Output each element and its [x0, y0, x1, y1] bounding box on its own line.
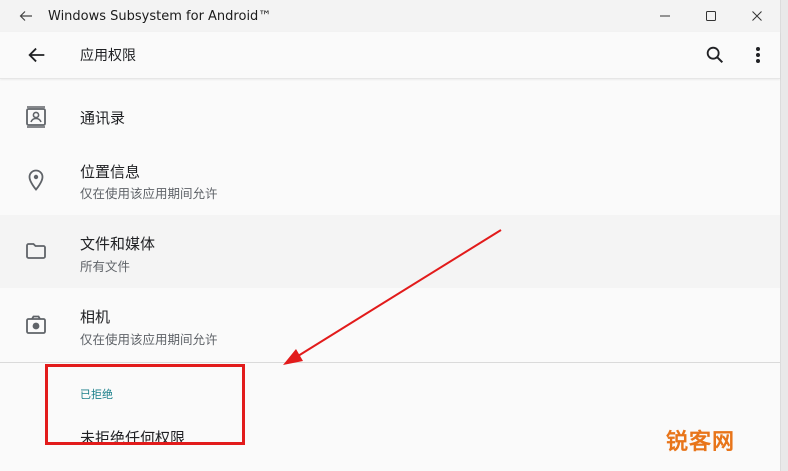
permission-status: 仅在使用该应用期间允许 [80, 186, 218, 201]
contacts-icon [26, 106, 46, 128]
back-arrow-icon[interactable] [18, 8, 34, 24]
search-icon[interactable] [704, 44, 726, 66]
title-bar: Windows Subsystem for Android™ [0, 0, 780, 32]
permission-name: 位置信息 [80, 163, 141, 181]
app-bar: 应用权限 [0, 32, 780, 79]
close-icon [752, 11, 762, 21]
minimize-icon [660, 15, 670, 17]
permission-item-camera[interactable]: 相机 仅在使用该应用期间允许 [0, 288, 780, 362]
watermark-logo: 锐客网 [666, 429, 736, 455]
minimize-button[interactable] [642, 0, 688, 32]
permission-status: 仅在使用该应用期间允许 [80, 332, 218, 347]
maximize-icon [706, 11, 716, 21]
permission-name: 相机 [80, 308, 111, 326]
section-divider [0, 362, 780, 363]
background-strip [781, 0, 788, 471]
folder-icon [26, 243, 46, 259]
highlight-box-annotation [45, 364, 245, 445]
window-title: Windows Subsystem for Android™ [48, 8, 272, 24]
more-options-icon[interactable] [750, 44, 766, 66]
permission-item-location[interactable]: 位置信息 仅在使用该应用期间允许 [0, 149, 780, 215]
window-controls [642, 0, 780, 32]
close-button[interactable] [734, 0, 780, 32]
navigate-back-icon[interactable] [26, 44, 48, 66]
permission-item-files-media[interactable]: 文件和媒体 所有文件 [0, 215, 780, 288]
permission-item-contacts[interactable]: 通讯录 [0, 79, 780, 149]
maximize-button[interactable] [688, 0, 734, 32]
location-pin-icon [28, 169, 44, 191]
page-title: 应用权限 [80, 48, 136, 64]
camera-icon [26, 315, 46, 334]
permission-name: 文件和媒体 [80, 235, 156, 253]
permission-status: 所有文件 [80, 259, 131, 274]
permission-name: 通讯录 [80, 109, 126, 127]
